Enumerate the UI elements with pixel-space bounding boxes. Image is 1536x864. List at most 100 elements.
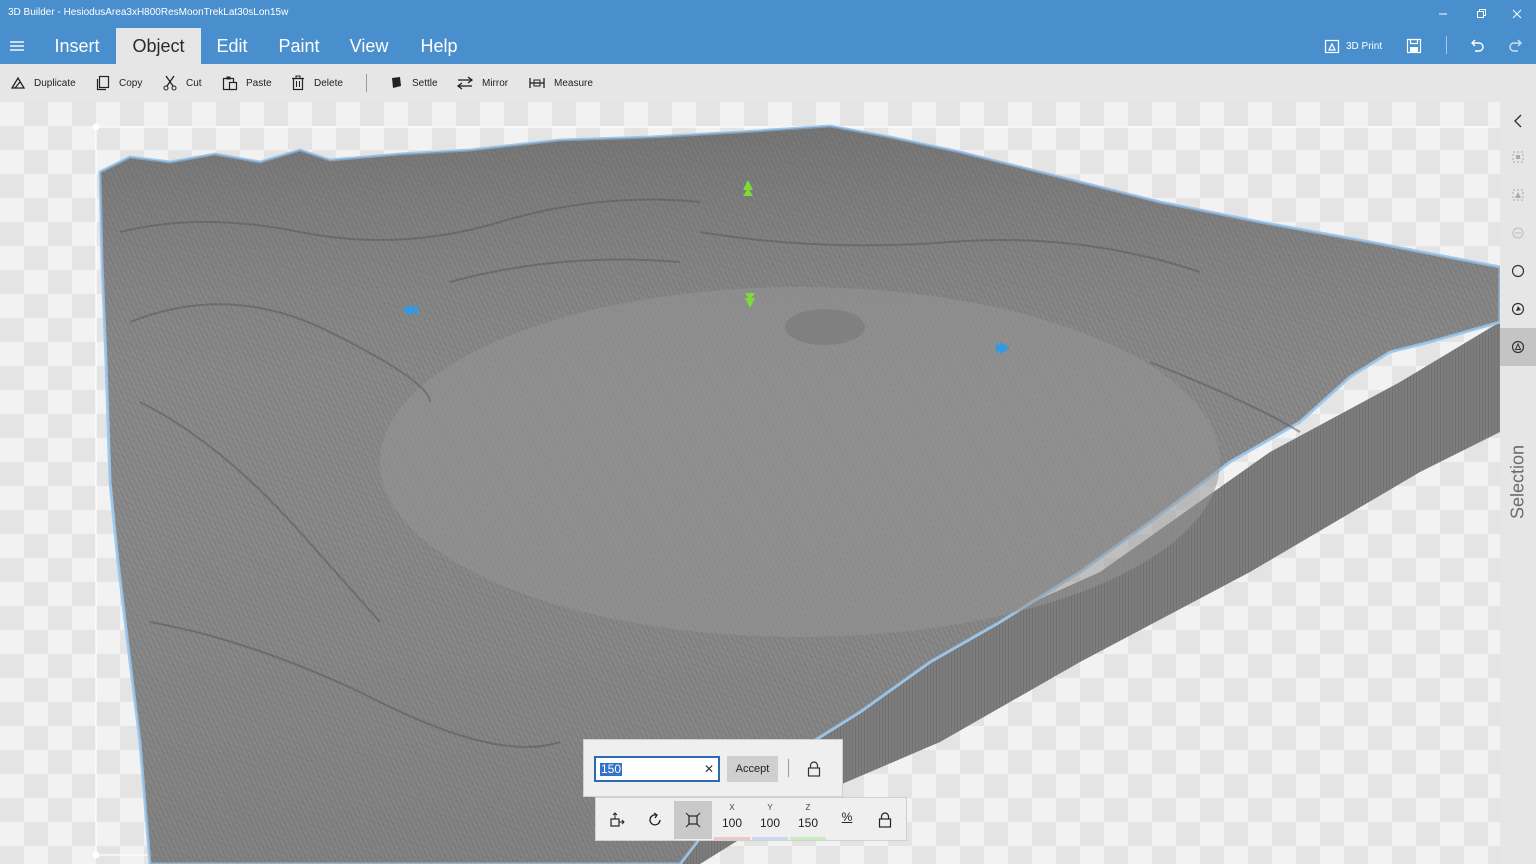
tab-view[interactable]: View: [338, 28, 400, 64]
cut-label: Cut: [186, 77, 202, 89]
mirror-button[interactable]: Mirror: [456, 74, 508, 92]
duplicate-icon: [10, 76, 26, 89]
delete-label: Delete: [314, 77, 343, 89]
settle-label: Settle: [412, 77, 438, 89]
x-axis-label: X: [729, 803, 735, 812]
toolbar-divider: [366, 74, 367, 92]
scale-value-text: 150: [600, 762, 623, 776]
rotate-icon: [649, 812, 661, 826]
selection-mode-icon: [1511, 340, 1525, 354]
ribbon-divider: [1446, 36, 1447, 54]
x-scale-value: 100: [721, 816, 743, 830]
3d-print-button[interactable]: 3D Print: [1324, 28, 1382, 64]
scissors-icon: [163, 75, 177, 91]
paste-label: Paste: [246, 77, 272, 89]
3d-print-label: 3D Print: [1346, 40, 1383, 52]
selection-handle[interactable]: [92, 851, 100, 859]
select-objects-button[interactable]: [1500, 138, 1536, 176]
scale-x-field[interactable]: X 100: [714, 802, 750, 840]
chevron-left-icon: [1514, 114, 1522, 128]
scale-input-dialog: 150 ✕ Accept: [583, 739, 843, 797]
tab-edit[interactable]: Edit: [204, 28, 260, 64]
paste-button[interactable]: Paste: [222, 74, 272, 92]
trash-icon: [292, 75, 304, 91]
window-title: 3D Builder - HesiodusArea3xH800ResMoonTr…: [8, 7, 289, 18]
restore-button[interactable]: [1462, 0, 1500, 28]
scale-value-field[interactable]: 150 ✕: [594, 756, 720, 782]
z-axis-indicator: [790, 837, 826, 840]
save-icon: [1406, 38, 1422, 54]
delete-button[interactable]: Delete: [290, 74, 343, 92]
measure-icon: [529, 78, 545, 88]
z-axis-label: Z: [805, 803, 811, 812]
close-icon: [1512, 9, 1522, 19]
tab-insert[interactable]: Insert: [40, 28, 114, 64]
y-axis-indicator: [752, 837, 788, 840]
lock-open-icon: [807, 761, 821, 777]
select-edges-icon: [1512, 227, 1524, 239]
mirror-icon: [456, 76, 474, 90]
measure-label: Measure: [554, 77, 593, 89]
mesh-select-icon: [1511, 302, 1525, 316]
select-objects-icon: [1512, 151, 1524, 163]
scale-icon: [685, 812, 701, 828]
x-axis-indicator: [714, 837, 750, 840]
scale-z-field[interactable]: Z 150: [790, 802, 826, 840]
object-toolbar: Duplicate Copy Cut Paste Delete Settle M…: [0, 64, 1536, 102]
copy-icon: [96, 75, 110, 91]
lock-icon: [878, 812, 892, 828]
central-peak: [785, 309, 865, 345]
select-vertices-button[interactable]: [1500, 252, 1536, 290]
clear-icon[interactable]: ✕: [704, 762, 714, 776]
select-faces-icon: [1512, 189, 1524, 201]
collapse-panel-button[interactable]: [1500, 102, 1536, 140]
scale-y-field[interactable]: Y 100: [752, 802, 788, 840]
rotate-mode-button[interactable]: [636, 801, 674, 839]
settle-button[interactable]: Settle: [388, 74, 438, 92]
undo-icon: [1471, 39, 1484, 52]
tab-object[interactable]: Object: [116, 28, 201, 64]
circle-icon: [1511, 264, 1525, 278]
minimize-icon: [1439, 13, 1447, 15]
measure-button[interactable]: Measure: [528, 74, 593, 92]
ribbon: Insert Object Edit Paint View Help 3D Pr…: [0, 28, 1536, 64]
selection-panel-label: Selection: [1507, 444, 1528, 520]
percent-unit-button[interactable]: %: [835, 810, 859, 830]
undo-button[interactable]: [1469, 28, 1485, 64]
copy-button[interactable]: Copy: [95, 74, 142, 92]
print-3d-icon: [1324, 39, 1340, 54]
redo-icon: [1509, 39, 1522, 52]
duplicate-button[interactable]: Duplicate: [10, 74, 76, 92]
select-mesh-button[interactable]: [1500, 290, 1536, 328]
minimize-button[interactable]: [1424, 0, 1462, 28]
copy-label: Copy: [119, 77, 143, 89]
dialog-divider: [788, 759, 789, 777]
y-scale-value: 100: [759, 816, 781, 830]
lock-aspect-button[interactable]: [802, 757, 826, 781]
close-button[interactable]: [1498, 0, 1536, 28]
transform-toolbar: X 100 Y 100 Z 150 %: [595, 797, 907, 841]
select-faces-button[interactable]: [1500, 176, 1536, 214]
selection-handle[interactable]: [92, 123, 100, 131]
accept-button[interactable]: Accept: [727, 756, 778, 782]
redo-button[interactable]: [1508, 28, 1524, 64]
hamburger-icon: [10, 41, 24, 51]
y-axis-label: Y: [767, 803, 773, 812]
uniform-scale-lock-button[interactable]: [866, 801, 904, 839]
cut-button[interactable]: Cut: [162, 74, 202, 92]
tab-help[interactable]: Help: [410, 28, 468, 64]
title-bar: 3D Builder - HesiodusArea3xH800ResMoonTr…: [0, 0, 1536, 28]
settle-icon: [392, 77, 401, 88]
save-button[interactable]: [1406, 28, 1422, 64]
selection-mode-button[interactable]: [1500, 328, 1536, 366]
side-panel: Selection: [1500, 102, 1536, 864]
move-mode-button[interactable]: [598, 801, 636, 839]
scale-mode-button[interactable]: [674, 801, 712, 839]
move-icon: [610, 812, 625, 827]
paste-icon: [222, 76, 238, 91]
menu-button[interactable]: [4, 34, 30, 58]
select-edges-button[interactable]: [1500, 214, 1536, 252]
tab-paint[interactable]: Paint: [268, 28, 330, 64]
restore-icon: [1477, 9, 1486, 18]
mirror-label: Mirror: [482, 77, 509, 89]
